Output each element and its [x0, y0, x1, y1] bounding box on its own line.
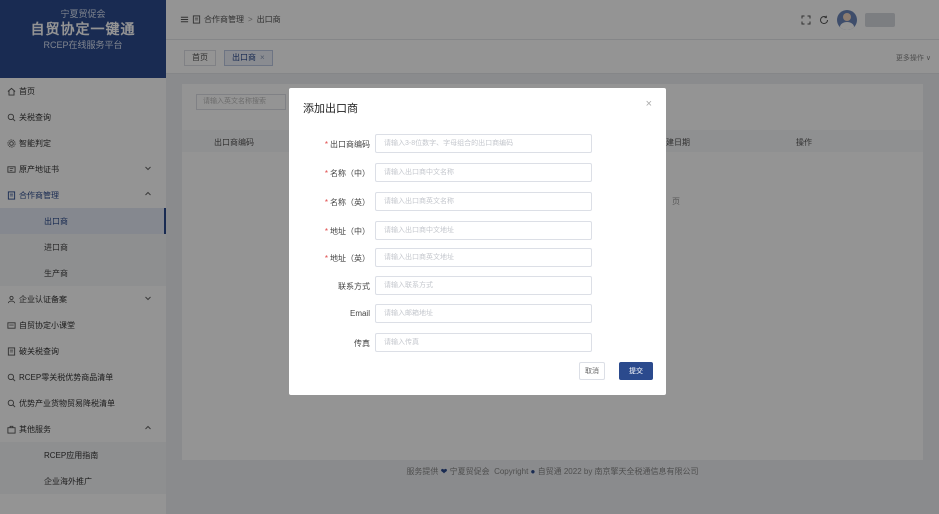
name-en-input[interactable]	[375, 192, 592, 211]
field-label: * 出口商编码	[324, 140, 370, 149]
email-field[interactable]	[375, 304, 592, 323]
field-label: * 名称（英）	[324, 198, 370, 207]
form-row-address-en: * 地址（英）	[289, 248, 666, 268]
name-cn-input[interactable]	[375, 163, 592, 182]
form-row-name-en: * 名称（英）	[289, 192, 666, 212]
field-label: * 地址（英）	[324, 254, 370, 263]
form-row-fax: 传真	[289, 333, 666, 353]
form-row-email: Email	[289, 304, 666, 324]
submit-button[interactable]: 提交	[619, 362, 653, 380]
exporter-code-input[interactable]	[375, 134, 592, 153]
address-en-input[interactable]	[375, 248, 592, 267]
modal-title: 添加出口商	[303, 103, 358, 115]
form-row-name-cn: * 名称（中）	[289, 163, 666, 183]
close-icon[interactable]: ×	[646, 98, 652, 110]
add-exporter-modal: 添加出口商 × *出口商编码 *名称（中） *名称（英） *地址（中） *地址（…	[289, 88, 666, 395]
field-label: * 名称（中）	[324, 169, 370, 178]
fax-input[interactable]	[375, 333, 592, 352]
contact-input[interactable]	[375, 276, 592, 295]
field-label: Email	[349, 309, 370, 318]
field-label: 传真	[354, 339, 370, 348]
field-label: * 地址（中）	[324, 227, 370, 236]
form-row-contact: 联系方式	[289, 276, 666, 296]
address-cn-input[interactable]	[375, 221, 592, 240]
cancel-button[interactable]: 取消	[579, 362, 605, 380]
field-label: 联系方式	[338, 282, 370, 291]
form-row-code: * 出口商编码	[289, 134, 666, 154]
form-row-address-cn: * 地址（中）	[289, 221, 666, 241]
